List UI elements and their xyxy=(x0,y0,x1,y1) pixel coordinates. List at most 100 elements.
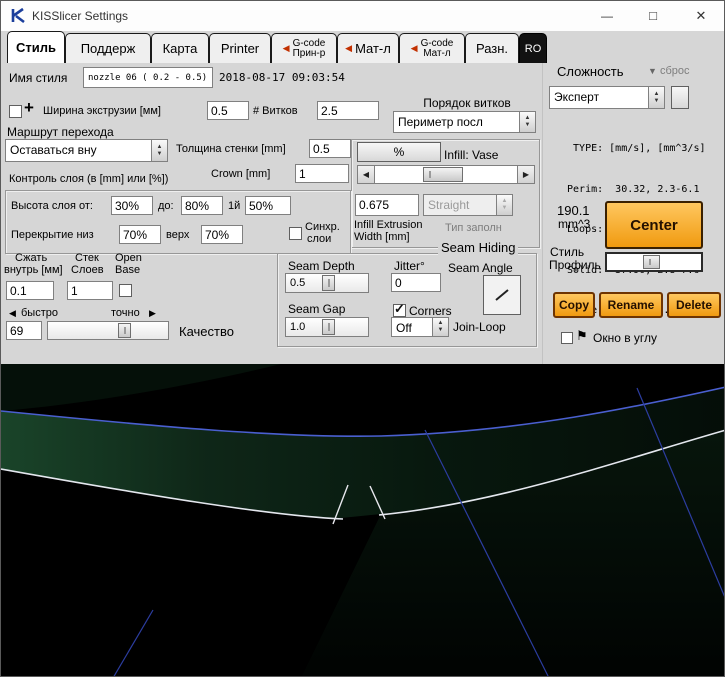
seam-gap-value: 1.0 xyxy=(290,321,305,333)
loops-count-input[interactable] xyxy=(317,101,379,120)
wall-thickness-input[interactable] xyxy=(309,139,351,158)
join-loop-label: Join-Loop xyxy=(453,320,506,334)
infill-extrusion-width-input[interactable] xyxy=(355,194,419,216)
seam-depth-slider[interactable]: 0.5 xyxy=(285,273,369,293)
seam-angle-needle-icon xyxy=(490,283,514,307)
infill-scrollbar[interactable]: ◀ ▶ xyxy=(357,165,535,184)
spinner-icon[interactable]: ▲▼ xyxy=(496,195,512,215)
center-button[interactable]: Center xyxy=(605,201,703,249)
fast-label: быстро xyxy=(21,307,58,319)
layer-first-input[interactable] xyxy=(245,196,291,215)
layer-to-input[interactable] xyxy=(181,196,223,215)
spinner-icon[interactable]: ▲▼ xyxy=(519,112,535,132)
complexity-combobox[interactable]: Эксперт ▲▼ xyxy=(549,86,665,109)
infill-style-value: Straight xyxy=(424,195,496,215)
overlap-bottom-input[interactable] xyxy=(119,225,161,244)
style-name-value: nozzle 06 ( 0.2 - 0.5) xyxy=(84,68,212,87)
tab-style-label: Стиль xyxy=(16,40,56,55)
stack-label1: Стек xyxy=(75,252,99,264)
seam-angle-dial[interactable] xyxy=(483,275,521,315)
tab-printer[interactable]: Printer xyxy=(209,33,271,63)
jitter-input[interactable] xyxy=(391,273,441,292)
style-name-label: Имя стиля xyxy=(9,71,67,85)
style-name-combobox[interactable]: nozzle 06 ( 0.2 - 0.5) xyxy=(83,67,213,88)
tab-style[interactable]: Стиль xyxy=(7,31,65,63)
seam-gap-handle[interactable] xyxy=(322,319,335,335)
infill-scrollbar-thumb[interactable] xyxy=(423,167,463,182)
stack-input[interactable] xyxy=(67,281,113,300)
tab-left-arrow-icon: ◀ xyxy=(345,43,352,54)
profile-label2: Профиль xyxy=(549,258,601,272)
inset-input[interactable] xyxy=(6,281,54,300)
profile-slider[interactable] xyxy=(605,252,703,272)
wall-thickness-label: Толщина стенки [mm] xyxy=(176,143,286,155)
overlap-top-input[interactable] xyxy=(201,225,243,244)
layer-height-label: Высота слоя от: xyxy=(11,200,93,212)
corner-window-checkbox[interactable] xyxy=(561,332,573,344)
crown-input[interactable] xyxy=(295,164,349,183)
join-loop-combobox[interactable]: Off ▲▼ xyxy=(391,317,449,337)
travel-path-label: Маршрут перехода xyxy=(7,125,114,139)
seam-depth-handle[interactable] xyxy=(322,275,335,291)
open-base-checkbox[interactable] xyxy=(119,284,132,297)
scroll-left-icon[interactable]: ◀ xyxy=(358,166,375,183)
quality-input[interactable] xyxy=(6,321,42,340)
tab-map[interactable]: Карта xyxy=(151,33,209,63)
layer-from-input[interactable] xyxy=(111,196,153,215)
tab-gcode-printer[interactable]: ◀ G-code Прин-р xyxy=(271,33,337,63)
infill-percent-button[interactable]: % xyxy=(357,142,441,162)
profile-label1: Стиль xyxy=(550,245,584,259)
spinner-icon[interactable]: ▲▼ xyxy=(648,87,664,108)
tab-support-label: Поддерж xyxy=(81,41,136,56)
jitter-label: Jitter° xyxy=(394,259,425,273)
seam-hiding-label: Seam Hiding xyxy=(438,240,518,255)
reset-label[interactable]: сброс xyxy=(660,65,690,77)
loop-order-combobox[interactable]: Периметр посл ▲▼ xyxy=(393,111,536,133)
speed-type-header: TYPE: [mm/s], [mm^3/s] xyxy=(561,142,706,156)
volume-value: 190.1 xyxy=(557,203,590,218)
complexity-value: Эксперт xyxy=(550,87,648,108)
tab-ro[interactable]: RO xyxy=(519,33,547,63)
seam-depth-value: 0.5 xyxy=(290,277,305,289)
copy-button[interactable]: Copy xyxy=(553,292,595,318)
tab-gcode-printer-label1: G-code xyxy=(293,39,326,49)
extrusion-width-input[interactable] xyxy=(207,101,249,120)
sync-layers-checkbox[interactable] xyxy=(289,227,302,240)
spinner-icon[interactable]: ▲▼ xyxy=(151,140,167,161)
infill-scrollbar-track[interactable] xyxy=(375,166,517,183)
rename-button[interactable]: Rename xyxy=(599,292,663,318)
join-loop-value: Off xyxy=(392,318,432,336)
close-button[interactable]: ✕ xyxy=(676,1,725,31)
delete-button[interactable]: Delete xyxy=(667,292,721,318)
tab-misc[interactable]: Разн. xyxy=(465,33,519,63)
maximize-button[interactable]: □ xyxy=(630,1,676,31)
window-title: KISSlicer Settings xyxy=(32,9,128,23)
corners-checkbox[interactable]: ✓ xyxy=(393,304,406,317)
complexity-aux-button[interactable] xyxy=(671,86,689,109)
style-timestamp: 2018-08-17 09:03:54 xyxy=(219,71,345,84)
spinner-icon[interactable]: ▲▼ xyxy=(432,318,448,336)
seam-gap-label: Seam Gap xyxy=(288,302,345,316)
overlap-top-label: верх xyxy=(166,229,189,241)
tab-gcode-material[interactable]: ◀ G-code Мат-л xyxy=(399,33,465,63)
sync-layers-label1: Синхр. xyxy=(305,221,340,233)
tab-gcode-material-label1: G-code xyxy=(421,39,454,49)
extrusion-width-label: Ширина экструзии [мм] xyxy=(43,105,161,117)
loop-order-label: Порядок витков xyxy=(397,96,537,110)
style-lock-checkbox[interactable] xyxy=(9,105,22,118)
3d-viewport[interactable] xyxy=(1,364,725,677)
corner-window-label: Окно в углу xyxy=(593,331,657,345)
minimize-button[interactable]: — xyxy=(584,1,630,31)
app-icon xyxy=(10,7,27,29)
profile-slider-handle[interactable] xyxy=(643,255,660,269)
tab-support[interactable]: Поддерж xyxy=(65,33,151,63)
quality-slider[interactable] xyxy=(47,321,169,340)
inset-label1: Сжать xyxy=(15,252,47,264)
add-style-button[interactable]: + xyxy=(24,98,34,118)
tab-material[interactable]: ◀ Мат-л xyxy=(337,33,399,63)
scroll-right-icon[interactable]: ▶ xyxy=(517,166,534,183)
travel-path-combobox[interactable]: Оставаться вну ▲▼ xyxy=(5,139,168,162)
infill-style-combobox[interactable]: Straight ▲▼ xyxy=(423,194,513,216)
quality-slider-handle[interactable] xyxy=(118,323,131,338)
seam-gap-slider[interactable]: 1.0 xyxy=(285,317,369,337)
